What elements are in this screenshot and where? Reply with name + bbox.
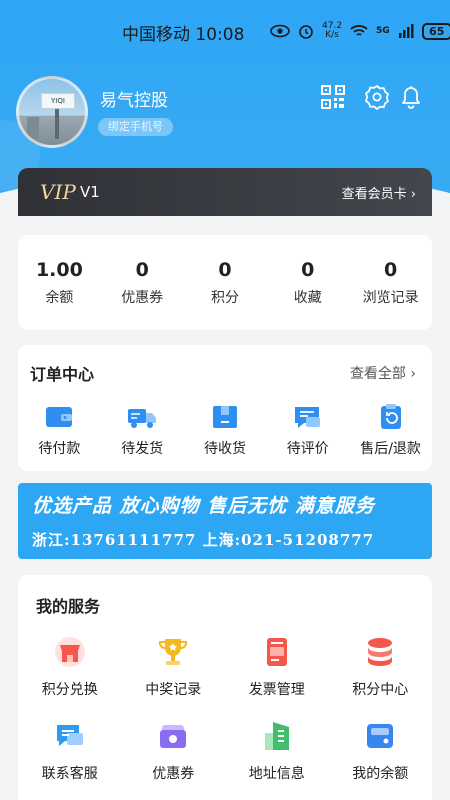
stat-balance[interactable]: 1.00 余额: [18, 235, 101, 330]
stat-coupons[interactable]: 0 优惠券: [101, 235, 184, 330]
stat-history[interactable]: 0 浏览记录: [349, 235, 432, 330]
avatar-building: [27, 117, 39, 139]
order-pending-shipment[interactable]: 待发货: [101, 403, 184, 458]
status-bar: 中国移动 10:08 47.2 K/s 5G 65: [0, 18, 450, 48]
signal-icon: [398, 24, 414, 38]
refund-icon: [380, 404, 401, 429]
stat-favorites[interactable]: 0 收藏: [266, 235, 349, 330]
eye-icon: [270, 24, 290, 38]
order-status-row: 待付款 待发货 待收货 待评价 售后/退款: [18, 403, 432, 458]
carrier-time: 中国移动 10:08: [122, 25, 245, 45]
battery-indicator: 65: [421, 22, 450, 40]
order-pending-payment[interactable]: 待付款: [18, 403, 101, 458]
service-my-balance[interactable]: 我的余额: [329, 719, 433, 800]
service-points-center[interactable]: 积分中心: [329, 635, 433, 719]
vip-level: V1: [80, 183, 100, 201]
stat-points[interactable]: 0 积分: [184, 235, 267, 330]
truck-icon: [128, 409, 157, 428]
wallet-icon: [46, 407, 73, 427]
wifi-icon: [350, 25, 368, 36]
order-after-sales[interactable]: 售后/退款: [349, 403, 432, 458]
status-icons: 47.2 K/s 5G 65: [270, 22, 450, 40]
net-speed: 47.2 K/s: [322, 21, 343, 40]
banner-slogan: 优选产品 放心购物 售后无忧 满意服务: [32, 495, 375, 517]
promo-banner[interactable]: 优选产品 放心购物 售后无忧 满意服务 浙江:13761111777 上海:02…: [18, 483, 432, 559]
coupon-icon: [160, 725, 187, 748]
view-member-card-link[interactable]: 查看会员卡 ›: [342, 183, 416, 202]
avatar-billboard: YIQI: [41, 93, 75, 109]
service-points-exchange[interactable]: 积分兑换: [18, 635, 122, 719]
service-coupons[interactable]: 优惠券: [122, 719, 226, 800]
chat-icon: [56, 725, 83, 746]
vip-logo: VIP: [40, 180, 76, 204]
coins-icon: [368, 638, 393, 666]
order-pending-review[interactable]: 待评价: [266, 403, 349, 458]
trophy-icon: [159, 639, 188, 665]
service-prize-records[interactable]: 中奖记录: [122, 635, 226, 719]
order-center-title: 订单中心: [30, 365, 95, 384]
invoice-icon: [266, 638, 287, 666]
notification-bell-icon[interactable]: [398, 84, 424, 110]
wallet-card-icon: [367, 724, 394, 748]
service-invoice-management[interactable]: 发票管理: [225, 635, 329, 719]
store-icon: [54, 637, 85, 667]
order-pending-receipt[interactable]: 待收货: [184, 403, 267, 458]
my-services: 我的服务 积分兑换 中奖记录 发票管理 积分中心 联系客服 优惠券 地址信息 我…: [18, 575, 432, 800]
order-center: 订单中心 查看全部 › 待付款 待发货 待收货 待评价 售后/退款: [18, 345, 432, 471]
avatar-pole: [55, 109, 59, 139]
building-icon: [264, 722, 289, 750]
service-address-info[interactable]: 地址信息: [225, 719, 329, 800]
qr-code-icon[interactable]: [320, 84, 346, 110]
service-customer-support[interactable]: 联系客服: [18, 719, 122, 800]
avatar[interactable]: YIQI: [16, 76, 88, 148]
network-type: 5G: [376, 26, 390, 36]
services-title: 我的服务: [36, 597, 101, 616]
bind-phone-button[interactable]: 绑定手机号: [98, 118, 173, 136]
username: 易气控股: [100, 91, 168, 111]
vip-bar[interactable]: VIP V1 查看会员卡 ›: [18, 168, 432, 216]
alarm-icon: [299, 25, 313, 39]
review-icon: [294, 407, 320, 428]
banner-phones: 浙江:13761111777 上海:021-51208777: [32, 531, 375, 549]
box-icon: [212, 406, 237, 428]
services-grid: 积分兑换 中奖记录 发票管理 积分中心 联系客服 优惠券 地址信息 我的余额: [18, 635, 432, 800]
settings-gear-icon[interactable]: [364, 84, 390, 110]
account-stats: 1.00 余额 0 优惠券 0 积分 0 收藏 0 浏览记录: [18, 235, 432, 330]
view-all-orders-link[interactable]: 查看全部 ›: [350, 363, 416, 383]
